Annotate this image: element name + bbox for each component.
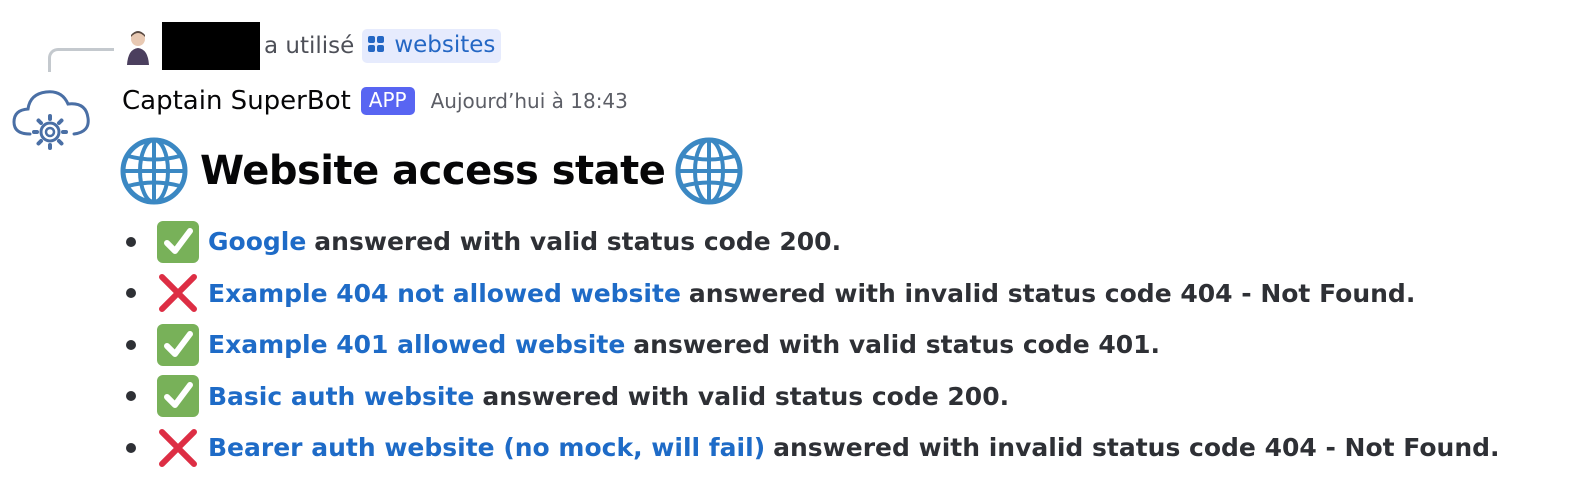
check-mark-icon [157,323,199,366]
check-mark-icon [157,375,199,418]
user-avatar[interactable] [122,27,154,65]
app-badge: APP [360,87,415,115]
website-link[interactable]: Google [208,227,306,256]
command-usage-line: a utilisé websites [122,22,502,70]
globe-icon [120,137,188,205]
status-text: answered with valid status code 200. [314,227,842,257]
command-grid-icon [368,36,386,54]
bullet [126,236,136,247]
list-item: Example 401 allowed website answered wit… [122,319,1500,371]
message-timestamp[interactable]: Aujourd’hui à 18:43 [431,89,628,113]
status-text: answered with valid status code 401. [633,330,1161,360]
status-text: answered with invalid status code 404 - … [773,433,1500,463]
website-link[interactable]: Example 401 allowed website [208,330,625,359]
check-mark-icon [157,220,199,263]
bullet [126,391,136,402]
status-text: answered with valid status code 200. [482,381,1010,411]
bullet [126,339,136,350]
bullet [126,442,136,453]
status-text: answered with invalid status code 404 - … [688,278,1416,308]
bullet [126,288,136,299]
embed-heading: Website access state [120,136,743,206]
cross-mark-icon [159,274,197,313]
used-label: a utilisé [264,33,355,59]
list-item: Bearer auth website (no mock, will fail)… [122,422,1500,474]
list-item: Basic auth website answered with valid s… [122,371,1500,423]
website-link[interactable]: Basic auth website [208,382,474,411]
reply-spine [48,48,114,72]
message-header: Captain SuperBot APP Aujourd’hui à 18:43 [122,82,628,120]
globe-icon [675,137,743,205]
website-link[interactable]: Bearer auth website (no mock, will fail) [208,433,765,462]
cross-mark-icon [159,428,197,467]
author-name[interactable]: Captain SuperBot [122,86,351,116]
bot-avatar-cloud-gear-icon[interactable] [8,82,94,158]
embed-title: Website access state [200,148,666,194]
list-item: Google answered with valid status code 2… [122,216,1500,268]
command-name: websites [394,32,496,58]
redacted-username[interactable] [162,22,260,70]
website-status-list: Google answered with valid status code 2… [122,216,1500,474]
list-item: Example 404 not allowed website answered… [122,268,1500,320]
website-link[interactable]: Example 404 not allowed website [208,279,681,308]
command-mention[interactable]: websites [362,29,502,63]
